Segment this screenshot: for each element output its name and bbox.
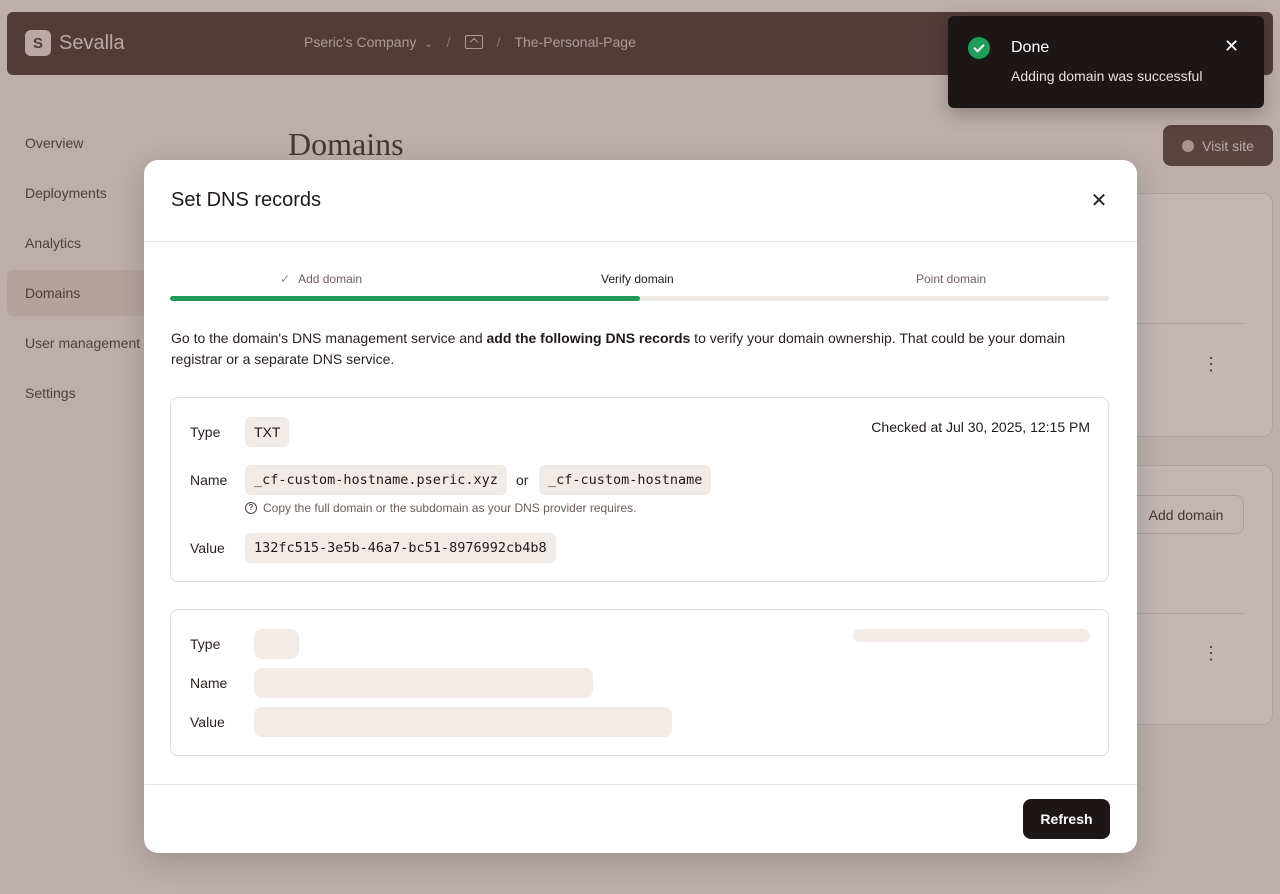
record-name-short-chip[interactable]: _cf-custom-hostname bbox=[539, 465, 712, 495]
or-text: or bbox=[516, 472, 529, 488]
stepper: ✓ Add domain Verify domain Point domain bbox=[170, 268, 1109, 308]
success-toast: Done Adding domain was successful ✕ bbox=[948, 16, 1264, 108]
name-hint: ? Copy the full domain or the subdomain … bbox=[245, 501, 637, 515]
value-label: Value bbox=[190, 540, 225, 556]
dns-record-card-loading: Type Name Value bbox=[170, 609, 1109, 756]
checked-timestamp: Checked at Jul 30, 2025, 12:15 PM bbox=[871, 419, 1090, 435]
skeleton-name bbox=[254, 668, 593, 698]
type-label: Type bbox=[190, 636, 221, 652]
type-label: Type bbox=[190, 424, 221, 440]
skeleton-value bbox=[254, 707, 672, 737]
help-circle-icon: ? bbox=[245, 502, 257, 514]
name-label: Name bbox=[190, 675, 228, 691]
step-label: Add domain bbox=[298, 272, 363, 286]
skeleton-checked bbox=[853, 629, 1090, 642]
progress-fill bbox=[170, 296, 640, 301]
dns-record-card: Type TXT Checked at Jul 30, 2025, 12:15 … bbox=[170, 397, 1109, 582]
refresh-button[interactable]: Refresh bbox=[1023, 799, 1110, 839]
step-verify-domain: Verify domain bbox=[601, 272, 674, 286]
record-name-full-chip[interactable]: _cf-custom-hostname.pseric.xyz bbox=[245, 465, 507, 495]
check-icon: ✓ bbox=[280, 272, 291, 286]
modal-footer: Refresh bbox=[144, 784, 1137, 853]
record-value-chip[interactable]: 132fc515-3e5b-46a7-bc51-8976992cb4b8 bbox=[245, 533, 556, 563]
toast-message: Adding domain was successful bbox=[1011, 68, 1203, 84]
toast-title: Done bbox=[1011, 39, 1050, 56]
instructions: Go to the domain's DNS management servic… bbox=[171, 330, 1066, 367]
step-add-domain: ✓ Add domain bbox=[280, 272, 362, 286]
value-label: Value bbox=[190, 714, 225, 730]
hint-text: Copy the full domain or the subdomain as… bbox=[263, 501, 637, 515]
modal-title: Set DNS records bbox=[171, 189, 322, 211]
name-label: Name bbox=[190, 472, 228, 488]
modal-header: Set DNS records ✕ bbox=[144, 160, 1137, 242]
step-point-domain: Point domain bbox=[916, 272, 987, 286]
record-type-chip[interactable]: TXT bbox=[245, 417, 290, 447]
progress-bar bbox=[170, 296, 1109, 301]
dns-records-modal: Set DNS records ✕ ✓ Add domain Verify do… bbox=[144, 160, 1137, 853]
close-icon[interactable]: ✕ bbox=[1088, 190, 1110, 212]
skeleton-type bbox=[254, 629, 299, 659]
check-circle-icon bbox=[968, 37, 990, 59]
close-icon[interactable]: ✕ bbox=[1224, 36, 1239, 57]
